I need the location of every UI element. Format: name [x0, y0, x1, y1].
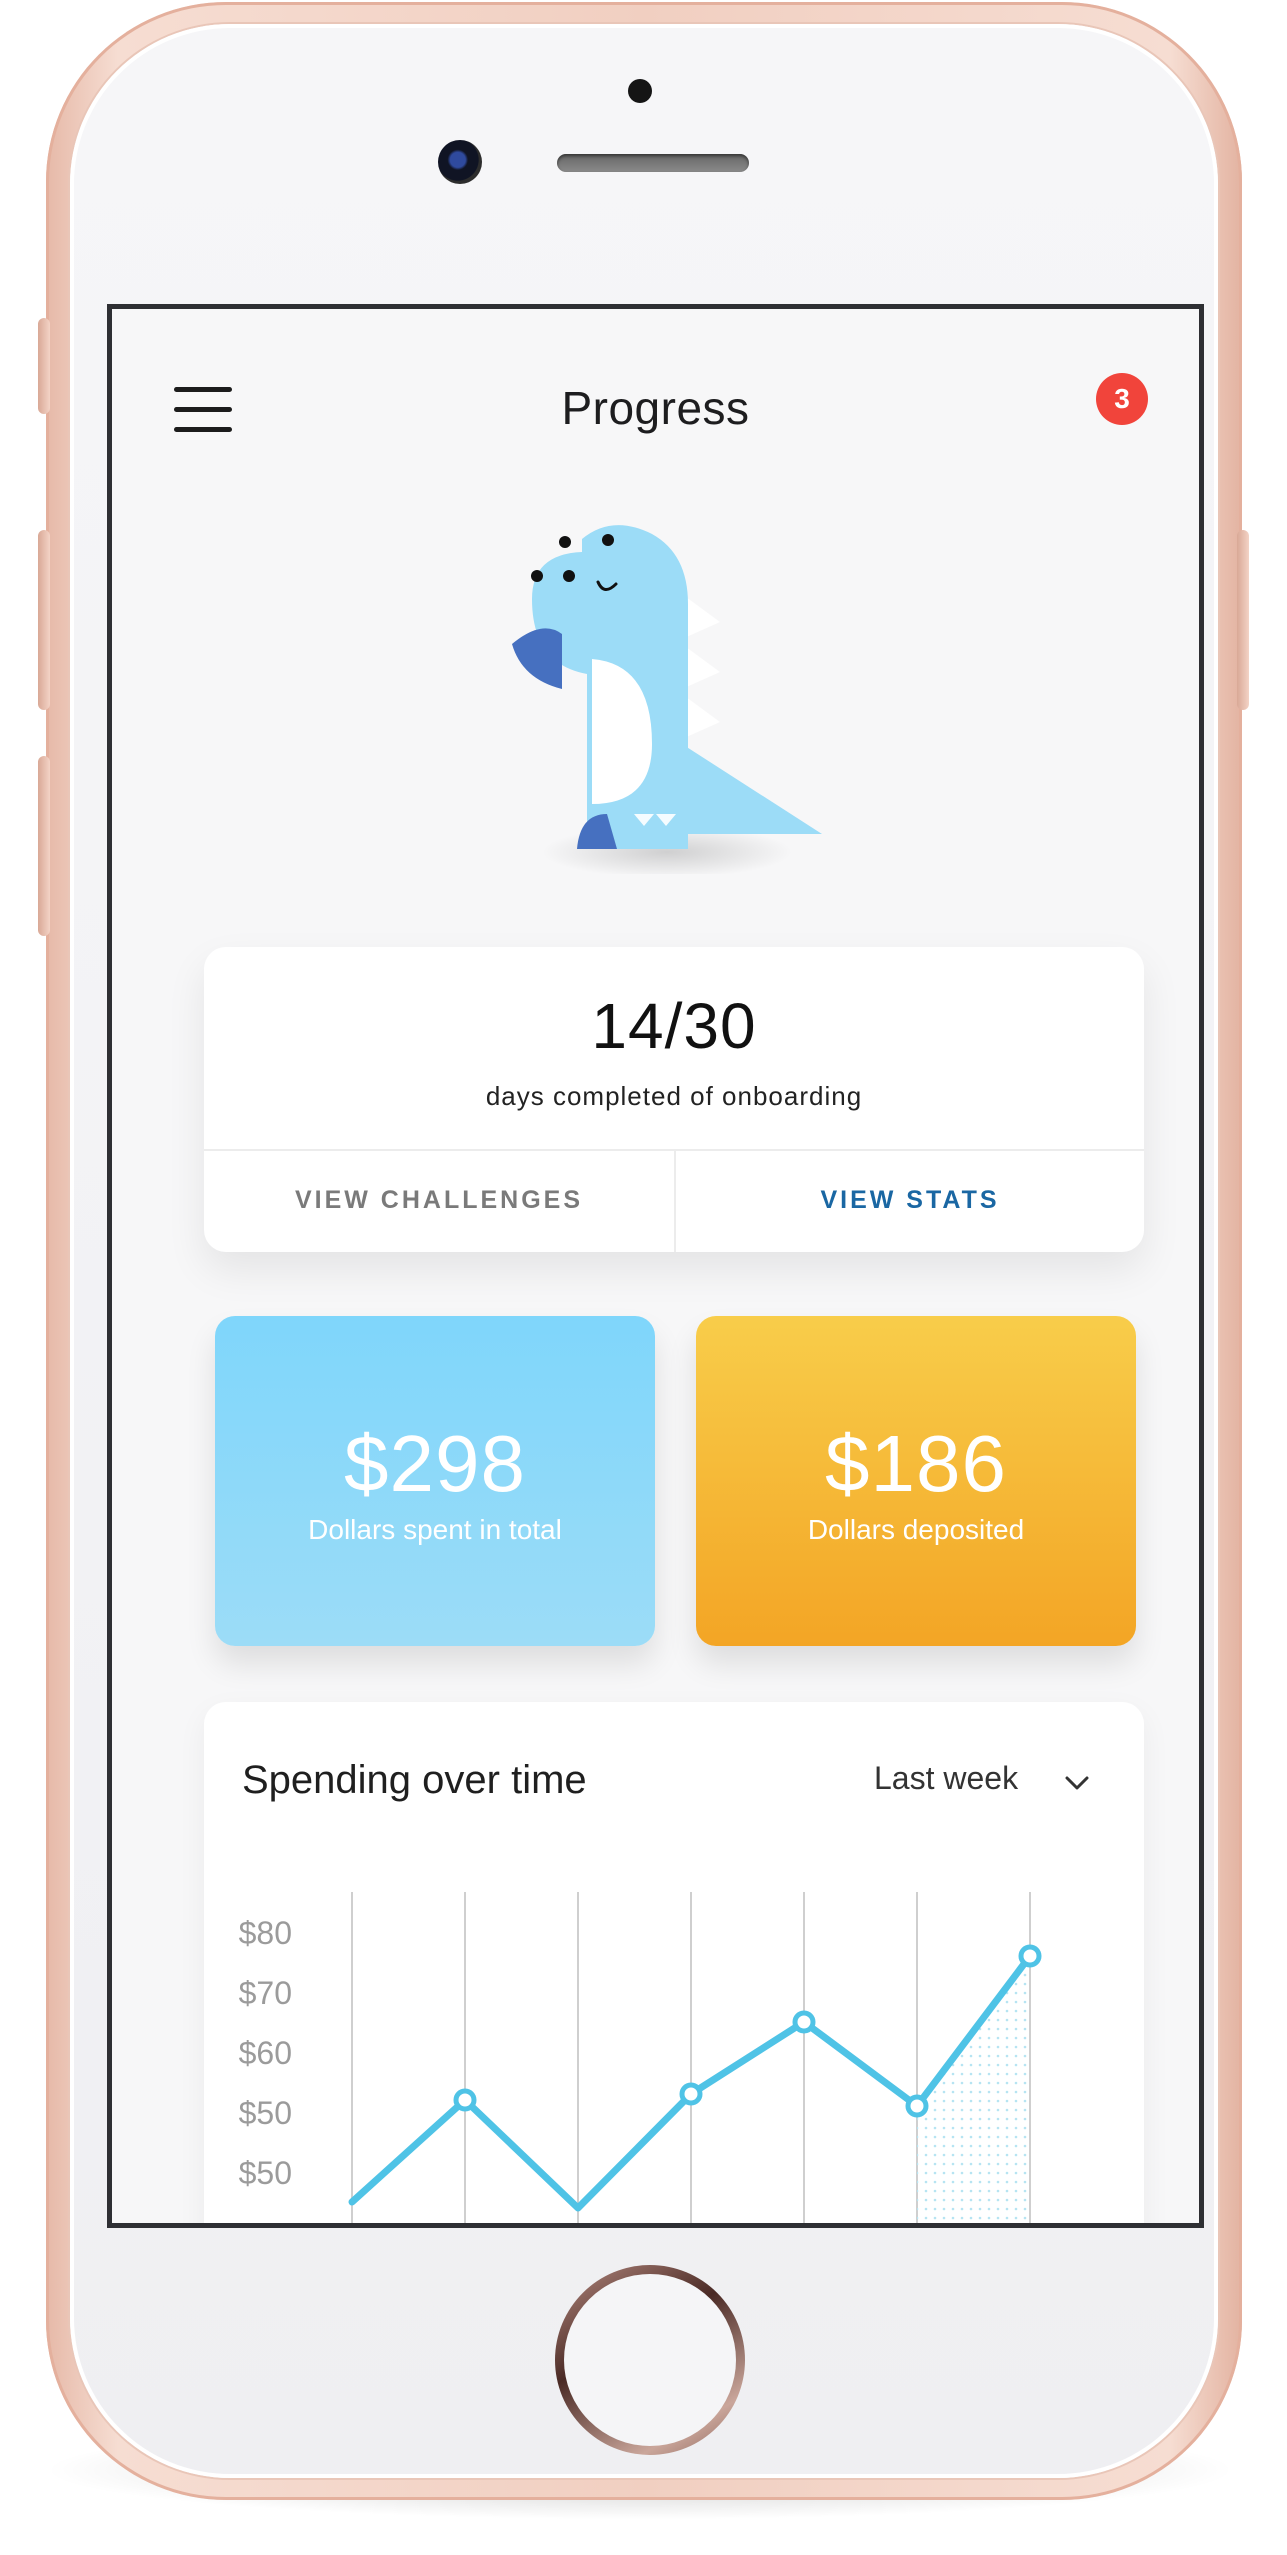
notification-badge[interactable]: 3: [1096, 373, 1148, 425]
app-screen: Progress 3 14/30 days completed of onboa…: [112, 309, 1199, 2223]
deposited-value: $186: [825, 1419, 1007, 1508]
home-button[interactable]: [555, 2265, 745, 2455]
data-point: [453, 2088, 477, 2112]
view-stats-button[interactable]: VIEW STATS: [676, 1149, 1144, 1252]
earpiece: [557, 154, 749, 172]
home-button-face: [564, 2274, 736, 2446]
highlighted-area: [917, 1956, 1030, 2223]
spending-chart-card: Spending over time Last week $80 $70 $60 $5…: [204, 1702, 1144, 2223]
chevron-down-icon[interactable]: [1062, 1768, 1092, 1798]
volume-down-button: [38, 756, 50, 936]
y-axis-tick-label: $50: [239, 2155, 292, 2191]
y-axis-tick-label: $60: [239, 2035, 292, 2071]
onboarding-day-count: 14/30: [591, 990, 757, 1062]
data-point: [905, 2094, 929, 2118]
view-challenges-button[interactable]: VIEW CHALLENGES: [204, 1149, 674, 1252]
time-range-dropdown[interactable]: Last week: [874, 1760, 1018, 1797]
dinosaur-mascot-illustration: [512, 525, 822, 874]
volume-up-button: [38, 530, 50, 710]
data-point: [1018, 1944, 1042, 1968]
y-axis-tick-label: $70: [239, 1975, 292, 2011]
page-title: Progress: [561, 382, 750, 434]
mute-switch: [38, 318, 50, 414]
spending-line-chart: $80 $70 $60 $50 $50: [239, 1892, 1042, 2223]
y-axis-tick-label: $50: [239, 2095, 292, 2131]
onboarding-caption: days completed of onboarding: [485, 1081, 863, 1111]
data-point: [792, 2010, 816, 2034]
chart-title: Spending over time: [242, 1758, 587, 1802]
total-spent-label: Dollars spent in total: [308, 1514, 562, 1545]
y-axis-tick-label: $80: [239, 1915, 292, 1951]
data-point: [679, 2082, 703, 2106]
front-camera: [438, 140, 482, 184]
deposited-tile[interactable]: $186 Dollars deposited: [696, 1316, 1136, 1646]
deposited-label: Dollars deposited: [807, 1514, 1025, 1545]
proximity-sensor: [628, 79, 652, 103]
total-spent-tile[interactable]: $298 Dollars spent in total: [215, 1316, 655, 1646]
total-spent-value: $298: [344, 1419, 526, 1508]
power-button: [1237, 530, 1249, 710]
onboarding-progress-card: 14/30 days completed of onboarding VIEW …: [204, 947, 1144, 1252]
